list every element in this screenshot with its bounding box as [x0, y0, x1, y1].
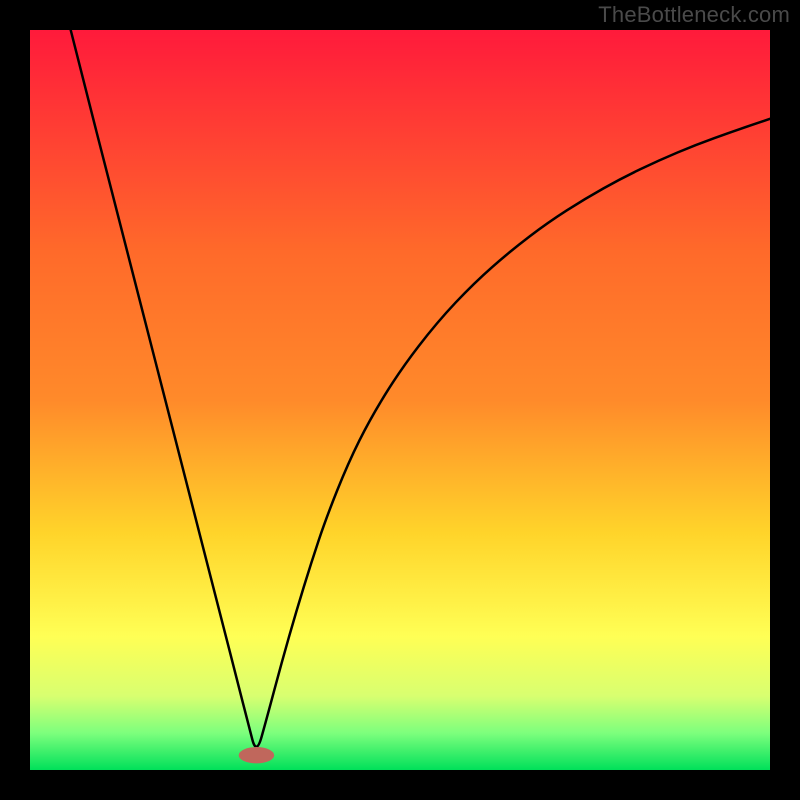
- optimum-marker: [239, 747, 275, 763]
- chart-canvas: [0, 0, 800, 800]
- plot-background: [30, 30, 770, 770]
- chart-frame: TheBottleneck.com: [0, 0, 800, 800]
- watermark-text: TheBottleneck.com: [598, 2, 790, 28]
